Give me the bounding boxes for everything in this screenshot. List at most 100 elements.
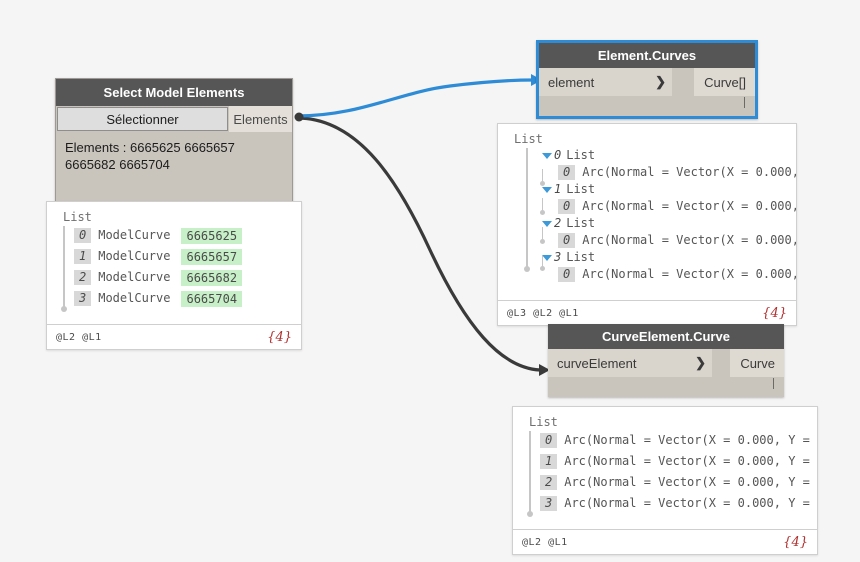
list-index: 0 <box>558 267 576 282</box>
group-label: List <box>566 148 596 162</box>
list-item-value: 6665657 <box>181 248 243 265</box>
group-index: 2 <box>554 216 562 230</box>
preview-list-label: List <box>529 415 558 429</box>
node-element-curves[interactable]: Element.Curves element ❯ Curve[] <box>536 40 758 119</box>
output-tick-icon <box>773 378 774 389</box>
wire-elements-to-element <box>295 78 535 118</box>
list-item-type: ModelCurve <box>98 249 171 263</box>
list-item-value: Arc(Normal = Vector(X = 0.000, Y = 0. <box>564 454 817 468</box>
sub-rail-dot <box>540 239 545 244</box>
group-label: List <box>566 250 596 264</box>
list-item: 2 ModelCurve 6665682 <box>47 267 301 288</box>
output-port-knob[interactable] <box>294 112 304 122</box>
preview-curveelement-curve[interactable]: List 0 Arc(Normal = Vector(X = 0.000, Y … <box>512 406 818 555</box>
node-footer <box>539 96 755 116</box>
list-item: 1 ModelCurve 6665657 <box>47 246 301 267</box>
sub-rail-dot <box>540 210 545 215</box>
preview-footer: @L2 @L1 {4} <box>47 324 301 349</box>
preview-list-label: List <box>63 210 92 224</box>
list-item-type: ModelCurve <box>98 291 171 305</box>
port-spacer <box>712 349 731 377</box>
list-item-value: Arc(Normal = Vector(X = 0.000, Y = 0. <box>564 433 817 447</box>
expander-triangle-icon[interactable] <box>542 220 552 227</box>
node-body-text: Elements : 6665625 6665657 6665682 66657… <box>56 132 292 207</box>
output-port-curve[interactable]: Curve <box>730 349 784 377</box>
node-title: CurveElement.Curve <box>548 324 784 349</box>
list-index: 0 <box>558 233 576 248</box>
list-item-value: 6665625 <box>181 227 243 244</box>
preview-select-elements[interactable]: List 0 ModelCurve 6665625 1 ModelCurve 6… <box>46 201 302 350</box>
preview-list-label: List <box>514 132 543 146</box>
expander-triangle-icon[interactable] <box>542 152 552 159</box>
list-index: 3 <box>74 291 92 306</box>
node-port-row: curveElement ❯ Curve <box>548 349 784 377</box>
preview-footer: @L3 @L2 @L1 {4} <box>498 300 796 325</box>
port-spacer <box>672 68 695 96</box>
list-item-value: Arc(Normal = Vector(X = 0.000, Y = <box>582 199 796 213</box>
node-select-model-elements[interactable]: Select Model Elements Sélectionner Eleme… <box>55 78 293 208</box>
preview-body: List 0 ModelCurve 6665625 1 ModelCurve 6… <box>47 202 301 324</box>
group-index: 1 <box>554 182 562 196</box>
node-curveelement-curve[interactable]: CurveElement.Curve curveElement ❯ Curve <box>548 324 784 397</box>
input-port-curveelement[interactable]: curveElement ❯ <box>548 349 712 377</box>
expander-triangle-icon[interactable] <box>542 186 552 193</box>
list-item: 3 Arc(Normal = Vector(X = 0.000, Y = 0. <box>513 493 817 514</box>
level-tags[interactable]: @L3 @L2 @L1 <box>507 308 579 319</box>
list-index: 0 <box>558 165 576 180</box>
list-item-value: Arc(Normal = Vector(X = 0.000, Y = <box>582 267 796 281</box>
list-item-value: Arc(Normal = Vector(X = 0.000, Y = <box>582 165 796 179</box>
list-group: 0 List <box>498 147 796 164</box>
node-title: Select Model Elements <box>56 79 292 106</box>
list-rail <box>526 148 528 270</box>
input-port-element[interactable]: element ❯ <box>539 68 672 96</box>
select-button[interactable]: Sélectionner <box>57 107 228 131</box>
list-item: 1 Arc(Normal = Vector(X = 0.000, Y = 0. <box>513 451 817 472</box>
group-label: List <box>566 182 596 196</box>
list-index: 2 <box>540 475 558 490</box>
preview-element-curves[interactable]: List 0 List 0 Arc(Normal = Vector(X = 0.… <box>497 123 797 326</box>
list-item-type: ModelCurve <box>98 228 171 242</box>
list-item-value: 6665682 <box>181 269 243 286</box>
list-rail-dot <box>61 306 67 312</box>
item-count: {4} <box>783 534 808 550</box>
list-item: 2 Arc(Normal = Vector(X = 0.000, Y = 0. <box>513 472 817 493</box>
graph-canvas[interactable]: Select Model Elements Sélectionner Eleme… <box>0 0 860 562</box>
list-index: 1 <box>540 454 558 469</box>
preview-body: List 0 List 0 Arc(Normal = Vector(X = 0.… <box>498 124 796 300</box>
output-port-curve-array[interactable]: Curve[] <box>694 68 755 96</box>
list-item: 0 ModelCurve 6665625 <box>47 225 301 246</box>
output-port-elements[interactable]: Elements <box>229 106 292 132</box>
list-index: 3 <box>540 496 558 511</box>
list-item-value: Arc(Normal = Vector(X = 0.000, Y = 0. <box>564 496 817 510</box>
group-label: List <box>566 216 596 230</box>
list-item: 0 Arc(Normal = Vector(X = 0.000, Y = 0. <box>513 430 817 451</box>
list-rail <box>63 226 65 310</box>
expander-triangle-icon[interactable] <box>542 254 552 261</box>
chevron-right-icon[interactable]: ❯ <box>641 74 666 90</box>
output-tick-icon <box>744 97 745 108</box>
list-index: 0 <box>74 228 92 243</box>
list-index: 1 <box>74 249 92 264</box>
item-count: {4} <box>267 329 292 345</box>
list-index: 2 <box>74 270 92 285</box>
list-item: 3 ModelCurve 6665704 <box>47 288 301 309</box>
sub-rail-dot <box>540 181 545 186</box>
list-rail-dot <box>524 266 530 272</box>
list-item-value: Arc(Normal = Vector(X = 0.000, Y = <box>582 233 796 247</box>
node-port-row: element ❯ Curve[] <box>539 68 755 96</box>
node-title: Element.Curves <box>539 43 755 68</box>
node-control-row: Sélectionner Elements <box>56 106 292 132</box>
level-tags[interactable]: @L2 @L1 <box>522 537 568 548</box>
chevron-right-icon[interactable]: ❯ <box>681 355 706 371</box>
list-index: 0 <box>558 199 576 214</box>
input-port-label: curveElement <box>557 355 637 371</box>
list-item-value: 6665704 <box>181 290 243 307</box>
preview-footer: @L2 @L1 {4} <box>513 529 817 554</box>
list-rail <box>529 431 531 515</box>
sub-rail-dot <box>540 266 545 271</box>
level-tags[interactable]: @L2 @L1 <box>56 332 102 343</box>
node-footer <box>548 377 784 397</box>
input-port-label: element <box>548 74 595 90</box>
list-rail-dot <box>527 511 533 517</box>
item-count: {4} <box>762 305 787 321</box>
